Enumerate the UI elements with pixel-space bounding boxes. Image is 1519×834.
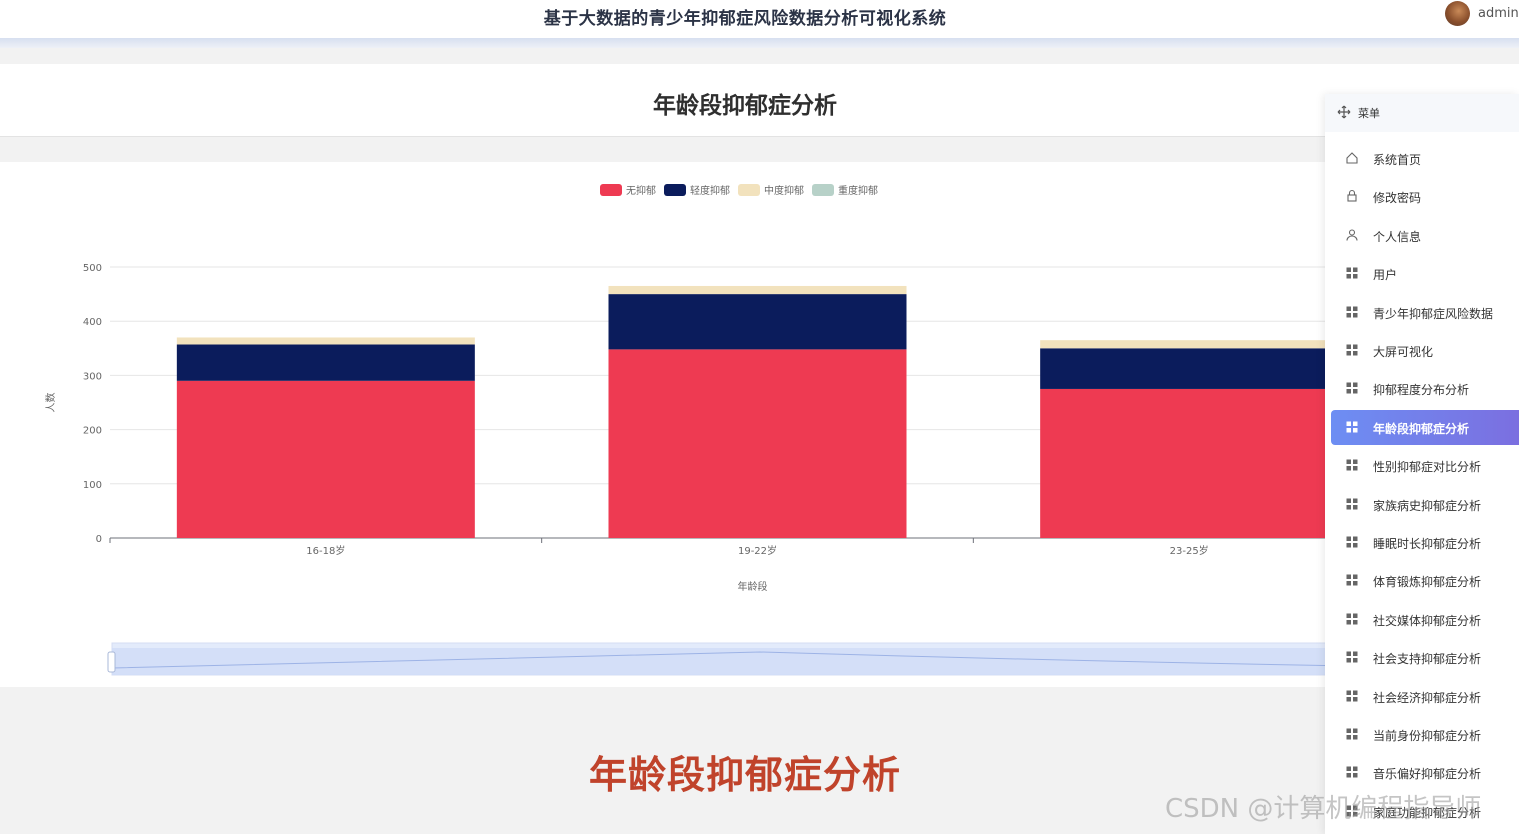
sidebar-item[interactable]: 个人信息 [1331,218,1519,253]
sidebar-item-label: 社会支持抑郁症分析 [1373,652,1482,667]
sidebar-item[interactable]: 体育锻炼抑郁症分析 [1331,563,1519,598]
grid-icon [1346,498,1358,510]
y-tick-label: 400 [83,317,102,328]
legend-item[interactable]: 重度抑郁 [812,182,878,197]
sidebar-item-label: 系统首页 [1373,153,1422,167]
grid-icon [1346,267,1358,279]
sidebar-item[interactable]: 社会支持抑郁症分析 [1331,640,1519,675]
avatar[interactable] [1445,1,1470,26]
sidebar-item-label: 社交媒体抑郁症分析 [1373,613,1482,628]
legend-label: 中度抑郁 [764,186,804,197]
y-axis-title: 人数 [44,393,57,413]
lock-icon [1347,190,1357,202]
bar-segment[interactable] [1040,388,1339,538]
grid-icon [1346,574,1358,586]
x-axis-title: 年龄段 [738,580,768,593]
sidebar-item[interactable]: 修改密码 [1331,179,1519,214]
bar-segment[interactable] [608,349,907,538]
watermark: CSDN @计算机编程指导师 [1165,794,1482,824]
sidebar-item-label: 社会经济抑郁症分析 [1373,690,1482,705]
sidebar-item-label: 个人信息 [1373,229,1422,244]
y-tick-label: 100 [83,480,102,491]
bar-segment[interactable] [176,380,475,538]
legend-item[interactable]: 轻度抑郁 [664,182,730,197]
sidebar-item[interactable]: 音乐偏好抑郁症分析 [1331,755,1519,790]
grid-icon [1346,613,1358,625]
legend-swatch [600,183,622,196]
sidebar-header[interactable]: 菜单 [1325,94,1519,132]
x-tick-label: 16-18岁 [306,544,345,557]
top-bar-shadow [0,38,1519,48]
page-title-card: 年龄段抑郁症分析 [0,64,1519,137]
sidebar-item[interactable]: 系统首页 [1331,141,1519,176]
grid-icon [1346,651,1358,663]
x-tick-label: 19-22岁 [738,544,777,557]
sidebar-item-label: 大屏可视化 [1373,345,1434,359]
grid-icon [1346,344,1358,356]
grid-icon [1346,766,1358,778]
grid-icon [1346,536,1358,548]
datazoom-handle-left[interactable] [107,651,116,673]
grid-icon [1346,306,1358,318]
bar-segment[interactable] [608,285,907,295]
sidebar-item-label: 当前身份抑郁症分析 [1373,729,1482,743]
sidebar-item-label: 音乐偏好抑郁症分析 [1373,767,1482,782]
sidebar-item[interactable]: 青少年抑郁症风险数据 [1331,295,1519,330]
x-tick-label: 23-25岁 [1170,544,1209,557]
sidebar-item[interactable]: 睡眠时长抑郁症分析 [1331,525,1519,560]
bar-segment[interactable] [608,294,907,350]
sidebar-item-label: 修改密码 [1373,191,1422,206]
username[interactable]: admin [1478,6,1519,21]
sidebar-item-label: 用户 [1373,268,1398,283]
home-icon [1346,152,1358,164]
sidebar-menu: 菜单 系统首页修改密码个人信息用户青少年抑郁症风险数据 大屏可视化抑郁程度分布分析… [1325,94,1519,834]
move-icon [1337,105,1351,119]
sidebar-item[interactable]: 年龄段抑郁症分析 [1331,409,1519,445]
sidebar-item-label: 睡眠时长抑郁症分析 [1373,537,1482,551]
bar-segment[interactable] [176,337,475,345]
sidebar-item[interactable]: 抑郁程度分布分析 [1331,371,1519,406]
legend-item[interactable]: 无抑郁 [600,182,656,197]
sidebar-item[interactable]: 社交媒体抑郁症分析 [1331,602,1519,637]
legend-swatch [664,183,686,196]
sidebar-item-label: 青少年抑郁症风险数据 [1373,306,1494,321]
y-tick-label: 200 [83,426,102,437]
top-bar: 基于大数据的青少年抑郁症风险数据分析可视化系统 admin [0,0,1519,38]
legend-item[interactable]: 中度抑郁 [738,182,804,197]
legend-swatch [738,183,760,196]
grid-icon [1346,690,1358,702]
sidebar-item-label: 抑郁程度分布分析 [1373,383,1470,398]
stacked-bar-chart: 0 100 200 300 400 500 人数 16-18岁 19-22岁 23-25岁年龄段 [44,263,1413,676]
legend-swatch [812,183,834,196]
sidebar-item-label: 年龄段抑郁症分析 [1373,421,1470,436]
sidebar-item[interactable]: 社会经济抑郁症分析 [1331,679,1519,714]
app-title: 基于大数据的青少年抑郁症风险数据分析可视化系统 [543,9,947,29]
user-icon [1346,229,1358,241]
chart-legend[interactable]: 无抑郁 轻度抑郁 中度抑郁 重度抑郁 [600,182,886,198]
sidebar-item[interactable]: 大屏可视化 [1331,333,1519,368]
sidebar-item[interactable]: 用户 [1331,256,1519,291]
grid-icon [1346,421,1358,433]
bar-segment[interactable] [1040,348,1339,389]
sidebar-item-label: 体育锻炼抑郁症分析 [1373,575,1482,590]
chart-card: 0 100 200 300 400 500 人数 16-18岁 19-22岁 23-25岁 年龄段 … [0,162,1519,687]
legend-label: 轻度抑郁 [690,186,730,197]
sidebar-item[interactable]: 家族病史抑郁症分析 [1331,487,1519,522]
sidebar-item-label: 家族病史抑郁症分析 [1373,498,1482,513]
sidebar-title: 菜单 [1358,107,1380,120]
y-tick-label: 500 [83,263,102,274]
y-tick-label: 0 [96,534,102,545]
sidebar-item[interactable]: 性别抑郁症对比分析 [1331,448,1519,483]
grid-icon [1346,728,1358,740]
sidebar-item-label: 性别抑郁症对比分析 [1373,460,1482,475]
bar-segment[interactable] [1040,340,1339,349]
y-tick-label: 300 [83,371,102,382]
grid-icon [1346,459,1358,471]
page-title: 年龄段抑郁症分析 [653,93,837,119]
legend-label: 无抑郁 [626,186,656,197]
grid-icon [1346,382,1358,394]
legend-label: 重度抑郁 [838,186,878,197]
sidebar-item[interactable]: 当前身份抑郁症分析 [1331,717,1519,752]
bar-segment[interactable] [176,344,475,381]
